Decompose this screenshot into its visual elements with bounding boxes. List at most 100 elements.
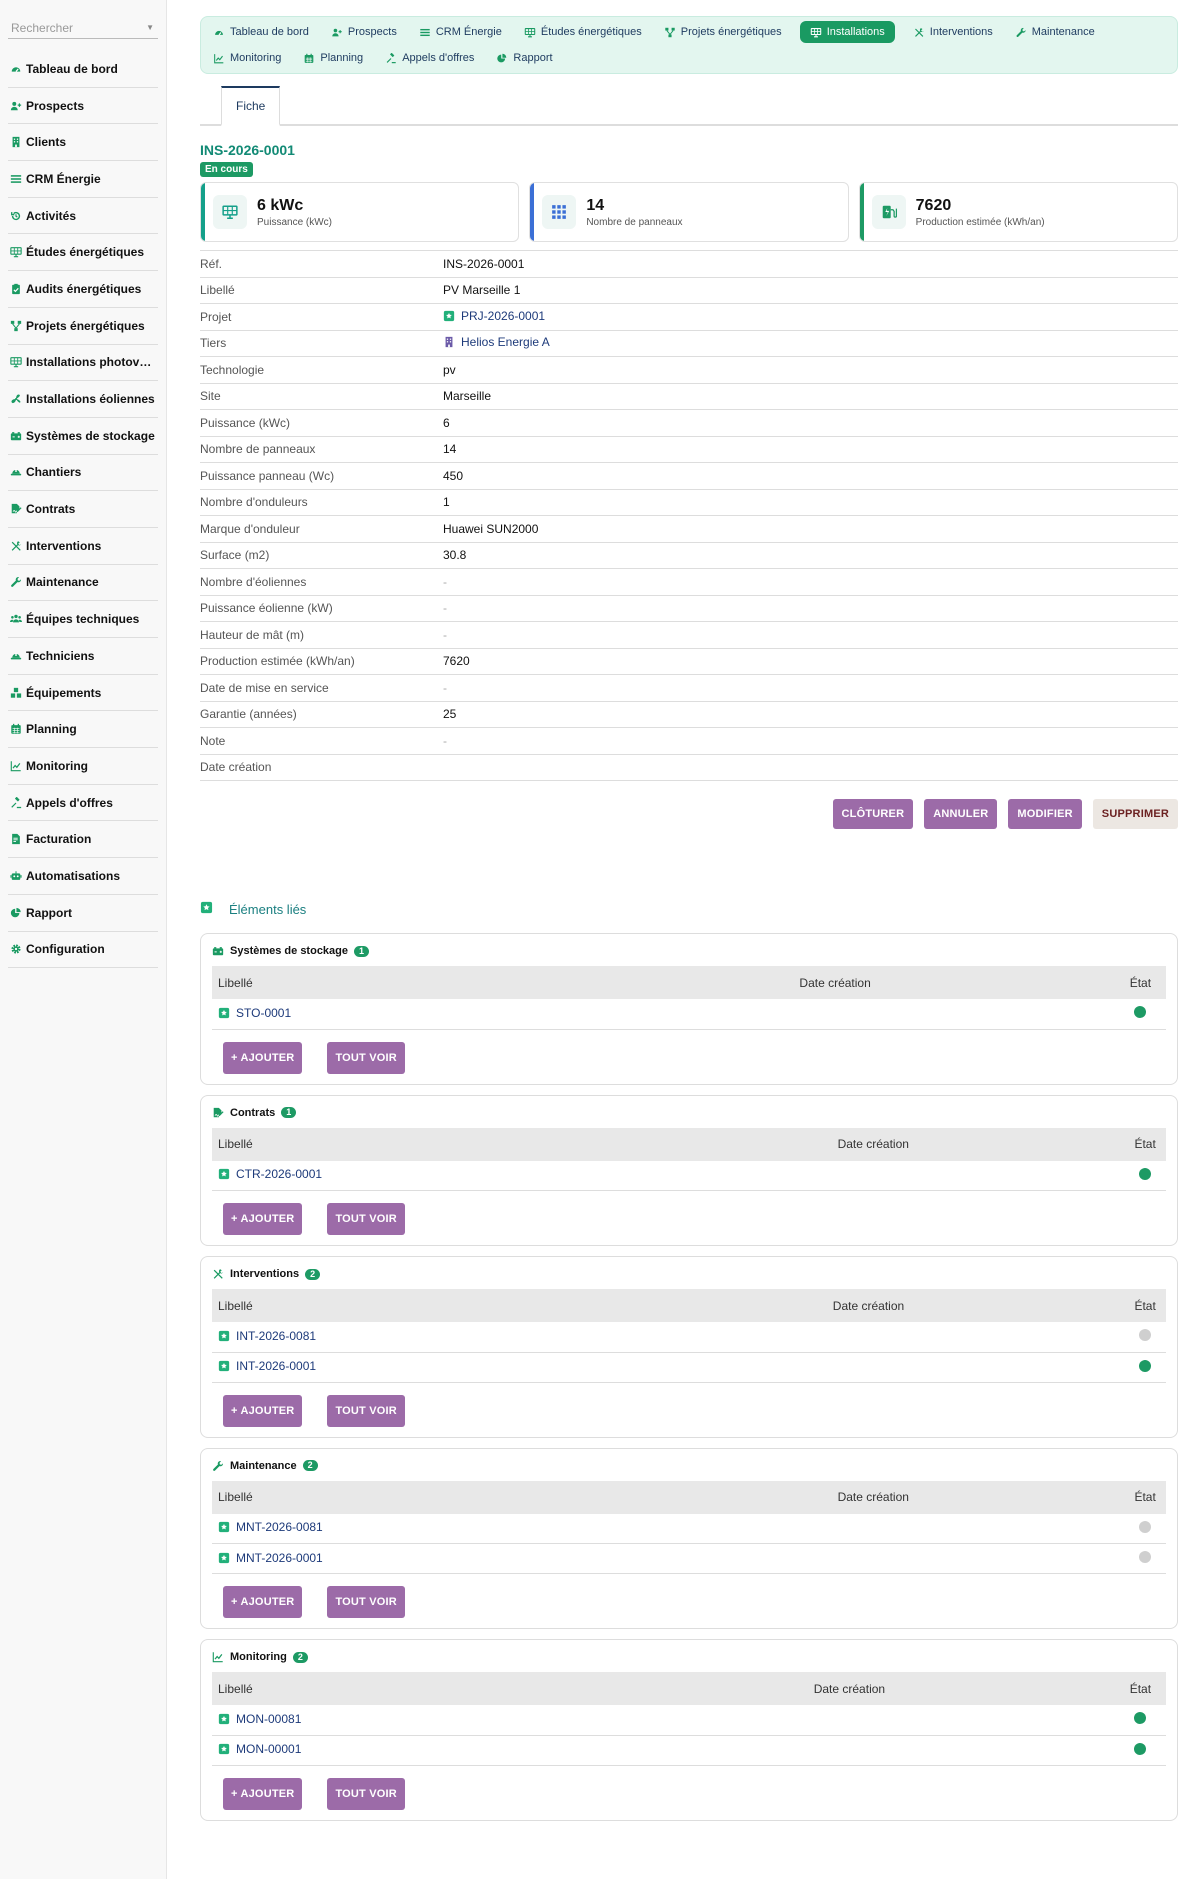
kpi-value: 7620: [915, 196, 952, 214]
topnav-item-7[interactable]: Maintenance: [1011, 21, 1099, 43]
table-row[interactable]: INT-2026-0081: [212, 1322, 1166, 1353]
row-link[interactable]: CTR-2026-0001: [218, 1167, 322, 1181]
tab-fiche[interactable]: Fiche: [221, 86, 281, 126]
topnav-item-label: Planning: [320, 52, 364, 64]
field-link[interactable]: Helios Energie A: [443, 335, 550, 349]
row-link[interactable]: MON-00081: [218, 1712, 301, 1726]
sidebar-item-label: Équipes techniques: [26, 612, 140, 627]
building-icon: [443, 336, 455, 348]
sidebar-item-8[interactable]: Installations photovoltaïques: [8, 345, 158, 382]
sidebar-item-6[interactable]: Audits énergétiques: [8, 271, 158, 308]
topnav-item-11[interactable]: Rapport: [492, 47, 556, 69]
sidebar-item-16[interactable]: Techniciens: [8, 638, 158, 675]
see-all-button[interactable]: TOUT VOIR: [327, 1586, 405, 1618]
topnav-item-10[interactable]: Appels d'offres: [381, 47, 478, 69]
row-link[interactable]: INT-2026-0081: [218, 1329, 316, 1343]
sidebar-item-18[interactable]: Planning: [8, 711, 158, 749]
sidebar-item-7[interactable]: Projets énergétiques: [8, 308, 158, 345]
sidebar-item-14[interactable]: Maintenance: [8, 565, 158, 602]
table-row[interactable]: INT-2026-0001: [212, 1352, 1166, 1383]
cancel-record-button[interactable]: ANNULER: [924, 799, 998, 829]
topnav-item-9[interactable]: Planning: [299, 47, 367, 69]
topnav-item-label: Monitoring: [230, 52, 282, 64]
sidebar-item-label: Automatisations: [26, 868, 121, 883]
sidebar-item-21[interactable]: Facturation: [8, 821, 158, 859]
user-plus-icon: [331, 27, 343, 38]
close-record-button[interactable]: CLÔTURER: [832, 799, 914, 829]
sidebar-item-9[interactable]: Installations éoliennes: [8, 381, 158, 418]
sidebar-item-4[interactable]: Activités: [8, 198, 158, 235]
sidebar-item-13[interactable]: Interventions: [8, 528, 158, 565]
topnav-item-2[interactable]: CRM Énergie: [415, 21, 506, 43]
topnav-item-4[interactable]: Projets énergétiques: [660, 21, 786, 43]
row-link[interactable]: MNT-2026-0001: [218, 1551, 323, 1565]
row-link[interactable]: MON-00001: [218, 1742, 301, 1756]
sidebar-item-23[interactable]: Rapport: [8, 895, 158, 932]
sidebar-item-label: Installations photovoltaïques: [26, 355, 158, 370]
topnav-item-6[interactable]: Interventions: [909, 21, 997, 43]
table-row[interactable]: MNT-2026-0001: [212, 1543, 1166, 1574]
see-all-button[interactable]: TOUT VOIR: [327, 1041, 405, 1074]
row-state-cell: [1118, 1513, 1166, 1544]
sidebar-item-label: Études énergétiques: [26, 245, 145, 260]
chart-pie-icon: [496, 53, 508, 64]
topnav-item-1[interactable]: Prospects: [327, 21, 401, 43]
see-all-button[interactable]: TOUT VOIR: [327, 1777, 405, 1810]
field-value: Huawei SUN2000: [443, 521, 539, 536]
topnav-item-8[interactable]: Monitoring: [209, 47, 285, 69]
table-row[interactable]: CTR-2026-0001: [212, 1160, 1166, 1191]
see-all-button[interactable]: TOUT VOIR: [327, 1394, 405, 1427]
sidebar-item-17[interactable]: Équipements: [8, 675, 158, 712]
sidebar-item-12[interactable]: Contrats: [8, 491, 158, 528]
solar-panel-icon: [810, 27, 822, 38]
sidebar-item-10[interactable]: Systèmes de stockage: [8, 418, 158, 455]
sidebar-item-24[interactable]: Configuration: [8, 932, 158, 969]
add-button[interactable]: + AJOUTER: [223, 1394, 303, 1427]
sidebar-item-label: Systèmes de stockage: [26, 428, 155, 443]
panel-title: Systèmes de stockage: [230, 945, 349, 957]
table-row[interactable]: MON-00081: [212, 1705, 1166, 1736]
sidebar-item-22[interactable]: Automatisations: [8, 858, 158, 895]
sidebar-item-20[interactable]: Appels d'offres: [8, 785, 158, 822]
user-plus-icon: [8, 100, 24, 112]
table-header: Libellé Date création État: [212, 966, 1166, 999]
add-button[interactable]: + AJOUTER: [223, 1586, 303, 1618]
delete-record-button[interactable]: SUPPRIMER: [1092, 799, 1178, 829]
sidebar-item-label: CRM Énergie: [26, 171, 101, 186]
sidebar-item-2[interactable]: Clients: [8, 124, 158, 162]
field-value: 7620: [443, 654, 470, 669]
linked-table: Libellé Date création État MON-00081 MON…: [212, 1672, 1166, 1766]
table-row[interactable]: STO-0001: [212, 999, 1166, 1030]
topnav-item-5[interactable]: Installations: [799, 21, 895, 43]
sidebar-item-1[interactable]: Prospects: [8, 88, 158, 125]
row-link[interactable]: MNT-2026-0081: [218, 1520, 323, 1534]
sidebar-item-0[interactable]: Tableau de bord: [8, 51, 158, 88]
sidebar-item-3[interactable]: CRM Énergie: [8, 161, 158, 198]
field-link[interactable]: PRJ-2026-0001: [443, 309, 545, 323]
field-value-cell: -: [443, 622, 1178, 649]
row-link[interactable]: INT-2026-0001: [218, 1359, 316, 1373]
sidebar-item-15[interactable]: Équipes techniques: [8, 601, 158, 638]
sidebar-item-19[interactable]: Monitoring: [8, 748, 158, 785]
add-button[interactable]: + AJOUTER: [223, 1203, 303, 1235]
row-link[interactable]: STO-0001: [218, 1006, 291, 1020]
field-row: Marque d'onduleur Huawei SUN2000: [200, 516, 1178, 542]
project-icon: [218, 1007, 230, 1019]
topnav-item-0[interactable]: Tableau de bord: [209, 21, 313, 43]
topnav-item-3[interactable]: Études énergétiques: [520, 21, 646, 43]
kpi-card-0: 6 kWc Puissance (kWc): [200, 182, 520, 242]
table-row[interactable]: MON-00001: [212, 1735, 1166, 1766]
topnav-item-label: Prospects: [347, 26, 397, 38]
row-label-cell: CTR-2026-0001: [212, 1160, 623, 1191]
sidebar-item-11[interactable]: Chantiers: [8, 455, 158, 492]
add-button[interactable]: + AJOUTER: [223, 1041, 303, 1074]
edit-record-button[interactable]: MODIFIER: [1008, 799, 1082, 829]
table-row[interactable]: MNT-2026-0081: [212, 1513, 1166, 1544]
add-button[interactable]: + AJOUTER: [223, 1777, 303, 1810]
see-all-button[interactable]: TOUT VOIR: [327, 1203, 405, 1235]
field-row: Date de mise en service -: [200, 675, 1178, 701]
field-label: Technologie: [200, 362, 265, 377]
search-input[interactable]: Rechercher ▼: [8, 17, 158, 39]
sidebar-item-5[interactable]: Études énergétiques: [8, 234, 158, 272]
car-battery-icon: [8, 430, 24, 442]
